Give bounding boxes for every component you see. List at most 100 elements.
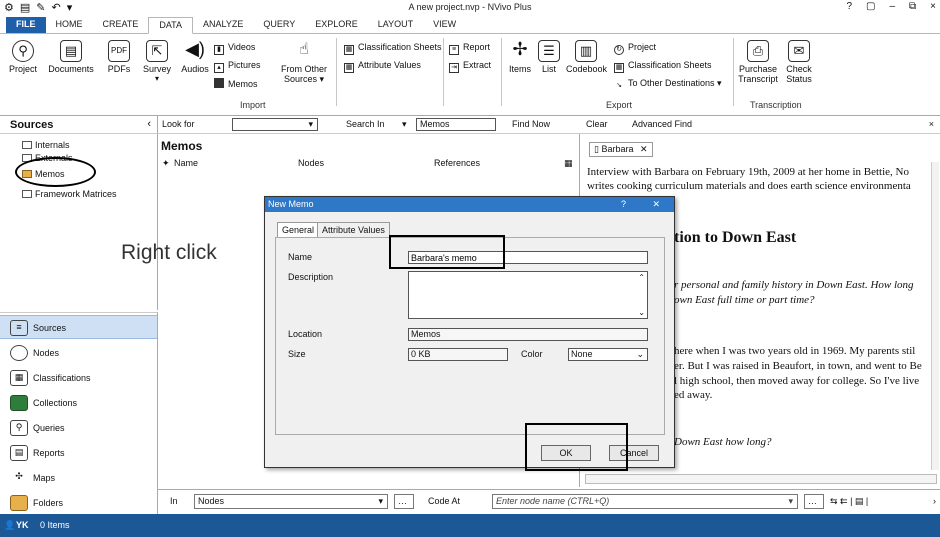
tab-layout[interactable]: LAYOUT <box>368 17 423 33</box>
document-icon: ▤ <box>60 40 82 62</box>
nav-item-classifications[interactable]: ▦ Classifications <box>0 366 157 390</box>
audios-label: Audios <box>181 64 209 74</box>
tab-general[interactable]: General <box>277 222 320 237</box>
tab-home[interactable]: HOME <box>46 17 93 33</box>
codebook-icon: ▥ <box>575 40 597 62</box>
search-in-select[interactable]: Memos <box>416 118 496 131</box>
export-classification-sheets-button[interactable]: ▦ Classification Sheets <box>614 60 712 73</box>
tree-item-framework-matrices[interactable]: Framework Matrices <box>22 189 117 199</box>
tab-barbara[interactable]: ▯ Barbara ✕ <box>589 142 653 157</box>
minimize-button[interactable]: – <box>889 1 895 12</box>
to-other-destinations-button[interactable]: ↘ To Other Destinations ▾ <box>614 78 722 92</box>
tree-item-label: Internals <box>35 140 70 150</box>
scroll-up-icon[interactable]: ⌃ <box>638 272 645 283</box>
report-label: Report <box>463 42 491 52</box>
classification-sheets-button[interactable]: ▦ Classification Sheets <box>344 42 442 55</box>
tab-create[interactable]: CREATE <box>93 17 149 33</box>
export-project-button[interactable]: ↻ Project <box>614 42 656 55</box>
documents-button[interactable]: ▤ Documents <box>44 40 98 74</box>
tab-query[interactable]: QUERY <box>253 17 305 33</box>
videos-button[interactable]: ▮ Videos <box>214 42 255 55</box>
nav-item-collections[interactable]: Collections <box>0 391 157 415</box>
extract-button[interactable]: ⇥ Extract <box>449 60 491 73</box>
find-now-button[interactable]: Find Now <box>512 119 550 129</box>
codebook-button[interactable]: ▥ Codebook <box>566 40 607 74</box>
column-header-name[interactable]: Name <box>174 158 198 168</box>
check-status-button[interactable]: ✉ Check Status <box>782 40 816 84</box>
nav-item-folders[interactable]: Folders <box>0 491 157 515</box>
report-button[interactable]: ≡ Report <box>449 42 490 55</box>
description-field[interactable]: ⌃ ⌄ <box>408 271 648 319</box>
chevron-down-icon[interactable]: ▾ <box>402 119 407 130</box>
collapse-chevron-icon[interactable]: ‹ <box>147 118 151 130</box>
pdfs-button[interactable]: PDF PDFs <box>102 40 136 74</box>
nav-item-maps[interactable]: ✣ Maps <box>0 466 157 490</box>
scroll-down-icon[interactable]: ⌄ <box>638 307 645 318</box>
collections-icon <box>10 395 28 411</box>
horizontal-scrollbar[interactable] <box>585 474 937 484</box>
tree-item-internals[interactable]: Internals <box>22 140 70 150</box>
memos-button[interactable]: Memos <box>214 78 258 90</box>
close-button[interactable]: ✕ <box>652 197 660 212</box>
reports-icon: ▤ <box>10 445 28 461</box>
chevron-right-icon[interactable]: › <box>933 496 936 506</box>
nav-item-sources[interactable]: ≡ Sources <box>0 315 157 339</box>
in-select[interactable]: Nodes ▾ <box>194 494 388 509</box>
help-button[interactable]: ? <box>621 197 626 212</box>
window-title: A new project.nvp - NVivo Plus <box>408 2 532 12</box>
attribute-values-label: Attribute Values <box>358 60 421 70</box>
list-button[interactable]: ☰ List <box>536 40 562 74</box>
grid-icon: ▦ <box>344 63 354 73</box>
nvivo-window: ⚙ ▤ ✎ ↶ ▾ A new project.nvp - NVivo Plus… <box>0 0 940 537</box>
advanced-find-button[interactable]: Advanced Find <box>632 119 692 129</box>
nav-item-reports[interactable]: ▤ Reports <box>0 441 157 465</box>
browse-button[interactable]: … <box>804 494 824 509</box>
close-tab-icon[interactable]: ✕ <box>640 144 648 154</box>
help-button[interactable]: ? <box>846 1 852 12</box>
group-separator <box>501 38 502 106</box>
tab-attribute-values[interactable]: Attribute Values <box>317 222 390 237</box>
node-name-input[interactable]: Enter node name (CTRL+Q) ▾ <box>492 494 798 509</box>
tab-view[interactable]: VIEW <box>423 17 466 33</box>
survey-button[interactable]: ⇱ Survey ▾ <box>140 40 174 84</box>
pictures-button[interactable]: ▴ Pictures <box>214 60 261 73</box>
purchase-icon: ⎙ <box>747 40 769 62</box>
pictures-label: Pictures <box>228 60 261 70</box>
purchase-transcript-button[interactable]: ⎙ Purchase Transcript <box>737 40 779 84</box>
browse-button[interactable]: … <box>394 494 414 509</box>
tab-data[interactable]: DATA <box>148 17 194 34</box>
column-chooser-icon[interactable]: ▦ <box>564 158 573 169</box>
code-bar: In Nodes ▾ … Code At Enter node name (CT… <box>158 489 940 513</box>
check-label-1: Check <box>786 64 812 74</box>
tab-file[interactable]: FILE <box>6 17 46 33</box>
clear-button[interactable]: Clear <box>586 119 608 129</box>
items-icon: ✢ <box>512 39 528 59</box>
audios-button[interactable]: ◀) Audios <box>178 40 212 75</box>
look-for-input[interactable]: ▾ <box>232 118 318 131</box>
list-title: Memos <box>161 139 203 153</box>
color-select[interactable]: None ⌄ <box>568 348 648 361</box>
nav-item-label: Maps <box>33 473 56 483</box>
code-icon[interactable]: ⇆ ⇇ | ▤ | <box>830 496 868 507</box>
ribbon-tabs: FILE HOME CREATE DATA ANALYZE QUERY EXPL… <box>0 17 940 34</box>
document-heading: tion to Down East <box>674 229 797 246</box>
from-other-sources-button[interactable]: ☝ From Other Sources ▾ <box>278 40 330 84</box>
ribbon-display-button[interactable]: ▢ <box>866 1 875 12</box>
tab-analyze[interactable]: ANALYZE <box>193 17 253 33</box>
close-button[interactable]: × <box>930 1 936 12</box>
tab-explore[interactable]: EXPLORE <box>305 17 368 33</box>
vertical-scrollbar[interactable] <box>931 162 939 470</box>
nav-item-nodes[interactable]: Nodes <box>0 341 157 365</box>
project-button[interactable]: ⚲ Project <box>6 40 40 74</box>
chevron-down-icon: ▾ <box>154 74 159 83</box>
column-header-references[interactable]: References <box>434 158 480 168</box>
search-in-label: Search In <box>346 119 385 129</box>
restore-button[interactable]: ⧉ <box>909 1 916 12</box>
items-button[interactable]: ✢ Items <box>506 39 534 75</box>
memos-highlight-ellipse <box>15 157 96 187</box>
attribute-values-button[interactable]: ▦ Attribute Values <box>344 60 421 73</box>
nav-item-queries[interactable]: ⚲ Queries <box>0 416 157 440</box>
column-header-nodes[interactable]: Nodes <box>298 158 324 168</box>
documents-label: Documents <box>48 64 94 74</box>
close-find-icon[interactable]: × <box>929 119 934 129</box>
